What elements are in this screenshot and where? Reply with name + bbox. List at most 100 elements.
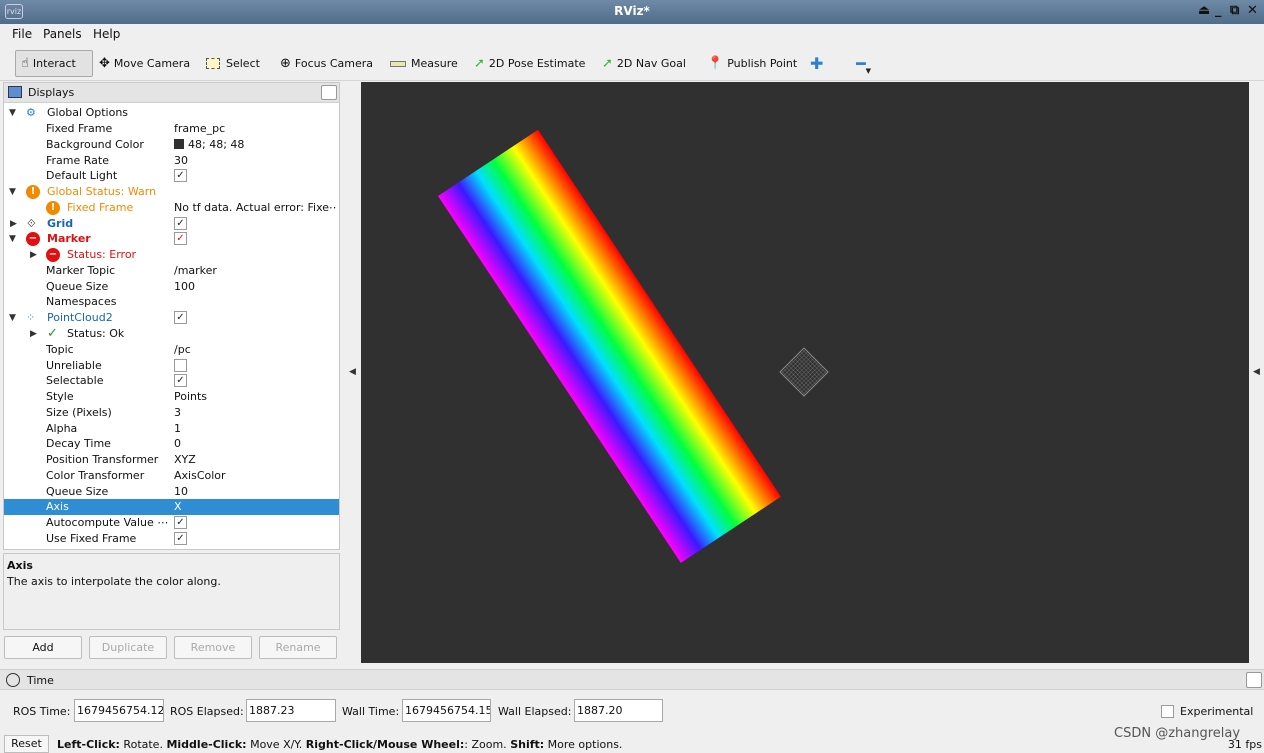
tree-row-fixed-frame[interactable]: Fixed Frame frame_pc — [4, 121, 339, 137]
green-arrow-icon: ➚ — [602, 56, 613, 71]
left-splitter[interactable]: ◀ — [342, 82, 360, 663]
duplicate-button[interactable]: Duplicate — [89, 636, 167, 659]
color-swatch — [174, 139, 184, 149]
wall-elapsed-label: Wall Elapsed: — [498, 705, 572, 718]
plus-icon: ✚ — [810, 54, 824, 73]
tree-row-marker-queue-size[interactable]: Queue Size 100 — [4, 279, 339, 295]
expand-icon[interactable]: ▼ — [9, 310, 16, 326]
rename-button[interactable]: Rename — [259, 636, 337, 659]
tree-row-size[interactable]: Size (Pixels) 3 — [4, 405, 339, 421]
menu-panels[interactable]: Panels — [43, 27, 82, 41]
tree-row-style[interactable]: Style Points — [4, 389, 339, 405]
experimental-label: Experimental — [1180, 705, 1254, 718]
nav-goal-button[interactable]: ➚ 2D Nav Goal — [602, 50, 686, 77]
focus-camera-button[interactable]: ⊕ Focus Camera — [280, 50, 373, 77]
maximize-icon[interactable]: ⧉ — [1230, 3, 1239, 18]
wall-elapsed-field[interactable]: 1887.20 — [574, 699, 663, 722]
remove-button[interactable]: Remove — [174, 636, 252, 659]
tree-row-marker-status[interactable]: ▶ − Status: Error — [4, 247, 339, 263]
tree-row-namespaces[interactable]: Namespaces — [4, 294, 339, 310]
wall-time-field[interactable]: 1679456754.15 — [402, 699, 491, 722]
displays-header: Displays — [4, 83, 339, 103]
tree-row-background-color[interactable]: Background Color 48; 48; 48 — [4, 137, 339, 153]
tree-row-marker-topic[interactable]: Marker Topic /marker — [4, 263, 339, 279]
collapse-left-icon[interactable]: ◀ — [349, 367, 356, 377]
add-tool-button[interactable]: ✚ — [810, 50, 823, 77]
checkbox[interactable]: ✓ — [174, 310, 187, 324]
shade-icon[interactable]: ⏏ — [1198, 3, 1210, 18]
tree-row-topic[interactable]: Topic /pc — [4, 342, 339, 358]
monitor-icon — [8, 86, 22, 98]
status-message: Left-Click: Rotate. Middle-Click: Move X… — [57, 738, 623, 751]
undock-button[interactable] — [1246, 672, 1262, 688]
focus-camera-icon: ⊕ — [280, 56, 291, 71]
grid-icon: ⟐ — [27, 217, 36, 230]
ros-time-label: ROS Time: — [13, 705, 71, 718]
tree-row-color-transformer[interactable]: Color Transformer AxisColor — [4, 468, 339, 484]
right-splitter[interactable]: ◀ — [1250, 82, 1264, 663]
remove-tool-button[interactable]: ━ ▼ — [856, 50, 871, 77]
collapse-icon[interactable]: ▶ — [10, 216, 17, 232]
ros-elapsed-label: ROS Elapsed: — [170, 705, 244, 718]
tree-row-autocompute[interactable]: Autocompute Value ⋯ ✓ — [4, 515, 339, 531]
tree-row-fixed-frame-status[interactable]: ! Fixed Frame No tf data. Actual error: … — [4, 200, 339, 216]
menu-help[interactable]: Help — [93, 27, 120, 41]
expand-icon[interactable]: ▼ — [9, 105, 16, 121]
checkbox[interactable]: ✓ — [174, 373, 187, 387]
ros-time-field[interactable]: 1679456754.12 — [74, 699, 164, 722]
clock-icon — [6, 673, 20, 687]
minimize-icon[interactable]: _ — [1215, 3, 1222, 18]
tree-row-pointcloud2[interactable]: ▼ ⁘ PointCloud2 ✓ — [4, 310, 339, 326]
tree-row-marker[interactable]: ▼ − Marker ✓ — [4, 231, 339, 247]
undock-button[interactable] — [321, 85, 337, 100]
tree-row-use-fixed-frame[interactable]: Use Fixed Frame ✓ — [4, 531, 339, 547]
checkbox[interactable]: ✓ — [174, 515, 187, 529]
collapse-right-icon[interactable]: ◀ — [1253, 367, 1260, 377]
displays-panel: Displays ▼ ⚙ Global Options Fixed Frame … — [3, 82, 340, 550]
checkbox[interactable] — [174, 358, 187, 372]
add-button[interactable]: Add — [4, 636, 82, 659]
tree-row-unreliable[interactable]: Unreliable — [4, 358, 339, 374]
tree-row-queue-size[interactable]: Queue Size 10 — [4, 484, 339, 500]
ros-elapsed-field[interactable]: 1887.23 — [246, 699, 336, 722]
tree-row-frame-rate[interactable]: Frame Rate 30 — [4, 153, 339, 169]
reset-button[interactable]: Reset — [4, 735, 49, 753]
tree-row-axis[interactable]: Axis X — [4, 499, 339, 515]
gear-icon: ⚙ — [26, 106, 36, 119]
displays-title: Displays — [28, 86, 75, 99]
tree-row-default-light[interactable]: Default Light ✓ — [4, 168, 339, 184]
menu-file[interactable]: File — [12, 27, 32, 41]
publish-point-button[interactable]: 📍 Publish Point — [707, 50, 797, 77]
experimental-checkbox[interactable] — [1161, 705, 1174, 718]
description-text: The axis to interpolate the color along. — [7, 575, 221, 588]
tree-row-pc-status[interactable]: ▶ ✓ Status: Ok — [4, 326, 339, 342]
tree-row-alpha[interactable]: Alpha 1 — [4, 421, 339, 437]
expand-icon[interactable]: ▼ — [9, 184, 16, 200]
checkbox[interactable]: ✓ — [174, 216, 187, 230]
select-box-icon — [206, 58, 220, 69]
checkbox[interactable]: ✓ — [174, 168, 187, 182]
collapse-icon[interactable]: ▶ — [30, 247, 37, 263]
map-pin-icon: 📍 — [707, 56, 724, 71]
tree-row-decay-time[interactable]: Decay Time 0 — [4, 436, 339, 452]
checkbox[interactable]: ✓ — [174, 531, 187, 545]
close-icon[interactable]: ✕ — [1247, 3, 1258, 18]
tree-row-grid[interactable]: ▶ ⟐ Grid ✓ — [4, 216, 339, 232]
move-camera-button[interactable]: ✥ Move Camera — [99, 50, 190, 77]
tree-row-global-options[interactable]: ▼ ⚙ Global Options — [4, 105, 339, 121]
tree-row-global-status[interactable]: ▼ ! Global Status: Warn — [4, 184, 339, 200]
render-viewport[interactable] — [361, 82, 1249, 663]
checkbox[interactable]: ✓ — [174, 231, 187, 245]
measure-button[interactable]: Measure — [390, 50, 458, 77]
pointcloud-icon: ⁘ — [26, 311, 36, 324]
select-button[interactable]: Select — [206, 50, 260, 77]
collapse-icon[interactable]: ▶ — [30, 326, 37, 342]
point-cloud-render — [438, 129, 829, 563]
tree-row-selectable[interactable]: Selectable ✓ — [4, 373, 339, 389]
tree-row-position-transformer[interactable]: Position Transformer XYZ — [4, 452, 339, 468]
pose-estimate-button[interactable]: ➚ 2D Pose Estimate — [474, 50, 585, 77]
watermark: CSDN @zhangrelay — [1114, 726, 1241, 741]
time-title: Time — [27, 674, 54, 687]
expand-icon[interactable]: ▼ — [9, 231, 16, 247]
interact-button[interactable]: ☝ Interact — [15, 50, 93, 77]
